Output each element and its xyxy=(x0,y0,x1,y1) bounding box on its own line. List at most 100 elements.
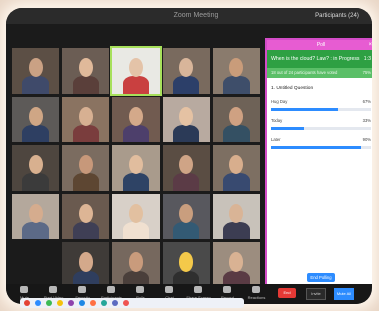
participant-face xyxy=(128,155,144,175)
participant-body xyxy=(223,222,250,240)
video-icon xyxy=(49,286,57,293)
zoom-window: Zoom Meeting Participants (24) Poll × Wh… xyxy=(6,8,372,304)
toolbar-reactions[interactable]: Reactions xyxy=(242,284,271,304)
participant-face xyxy=(28,203,43,223)
poll-option-row: Later 90% xyxy=(271,137,371,144)
video-tile[interactable] xyxy=(62,242,110,288)
poll-status-title: When is the cloud? Law? : in Progress xyxy=(271,56,360,62)
video-tile[interactable] xyxy=(162,48,210,94)
participant-body xyxy=(122,124,150,143)
poll-question: 1. Untitled Question xyxy=(271,86,314,91)
video-tile[interactable] xyxy=(212,48,260,94)
participant-face xyxy=(128,252,144,272)
video-tile[interactable] xyxy=(212,96,260,143)
video-tile[interactable] xyxy=(162,145,210,191)
participant-body xyxy=(172,222,200,240)
participant-face xyxy=(78,58,93,78)
participant-body xyxy=(223,76,250,94)
video-tile[interactable] xyxy=(62,193,110,240)
video-tile[interactable] xyxy=(12,193,60,240)
taskbar-app-icon[interactable] xyxy=(90,300,96,306)
poll-option-percent: 33% xyxy=(362,118,371,123)
record-icon xyxy=(223,286,231,293)
poll-option-label: Today xyxy=(271,118,283,123)
participant-face xyxy=(28,155,43,175)
mute-all-button[interactable]: Mute All xyxy=(334,288,354,300)
video-tile[interactable] xyxy=(212,242,260,288)
emoji-avatar xyxy=(179,252,194,272)
poll-vote-text: 18 out of 24 participants have voted xyxy=(271,70,338,75)
poll-vote-summary: 18 out of 24 participants have voted 75% xyxy=(267,68,372,78)
participant-face xyxy=(179,203,194,223)
video-tile[interactable] xyxy=(112,242,160,288)
participant-body xyxy=(172,124,200,143)
poll-bar-fill xyxy=(271,108,338,111)
shield-icon xyxy=(78,286,86,293)
video-grid xyxy=(12,46,260,288)
video-tile[interactable] xyxy=(212,193,260,240)
participant-body xyxy=(22,76,49,94)
poll-option: Today 33% xyxy=(271,118,371,130)
taskbar-app-icon[interactable] xyxy=(112,300,118,306)
poll-option: Later 90% xyxy=(271,137,371,149)
poll-bar-track xyxy=(271,127,371,130)
invite-button[interactable]: Invite xyxy=(306,288,326,300)
video-tile[interactable] xyxy=(110,46,162,96)
participant-face xyxy=(179,106,194,126)
participants-icon xyxy=(107,286,115,293)
participant-face xyxy=(229,58,244,78)
poll-icon xyxy=(136,286,144,293)
end-polling-button[interactable]: End Polling xyxy=(307,273,335,282)
taskbar-app-icon[interactable] xyxy=(35,300,41,306)
poll-option-row: Today 33% xyxy=(271,118,371,125)
participant-body xyxy=(122,76,150,94)
window-title: Zoom Meeting xyxy=(173,12,219,19)
participant-body xyxy=(22,222,49,240)
video-tile[interactable] xyxy=(12,145,60,191)
video-tile[interactable] xyxy=(112,193,160,240)
video-tile[interactable] xyxy=(12,48,60,94)
poll-title-text: Poll xyxy=(316,42,326,48)
poll-count: 1:3 xyxy=(363,56,371,62)
participant-body xyxy=(172,173,200,191)
close-icon[interactable]: × xyxy=(368,40,372,50)
participant-body xyxy=(22,124,49,143)
video-tile[interactable] xyxy=(212,145,260,191)
video-tile[interactable] xyxy=(12,242,59,288)
poll-option-label: Hug Day xyxy=(271,99,288,104)
taskbar-app-icon[interactable] xyxy=(46,300,52,306)
poll-option-percent: 90% xyxy=(362,137,371,142)
participant-face xyxy=(78,203,93,223)
video-tile[interactable] xyxy=(162,96,210,143)
poll-bar-track xyxy=(271,146,371,149)
poll-window-title: Poll × xyxy=(267,40,372,50)
video-tile[interactable] xyxy=(162,242,210,288)
video-tile[interactable] xyxy=(62,145,110,191)
end-meeting-button[interactable]: End xyxy=(278,288,296,298)
video-tile[interactable] xyxy=(112,145,160,191)
taskbar-app-icon[interactable] xyxy=(101,300,107,306)
participant-body xyxy=(223,124,250,143)
participants-header[interactable]: Participants (24) xyxy=(302,8,372,24)
participant-body xyxy=(72,76,99,94)
participant-face xyxy=(179,155,194,175)
participant-face xyxy=(128,106,144,126)
chat-icon xyxy=(165,286,173,293)
video-tile[interactable] xyxy=(12,96,60,143)
taskbar-app-icon[interactable] xyxy=(79,300,85,306)
video-tile[interactable] xyxy=(62,96,110,143)
video-tile[interactable] xyxy=(162,193,210,240)
title-bar: Zoom Meeting Participants (24) xyxy=(6,8,372,24)
participant-face xyxy=(229,106,244,126)
poll-vote-percent: 75% xyxy=(362,70,371,75)
taskbar-app-icon[interactable] xyxy=(68,300,74,306)
taskbar-app-icon[interactable] xyxy=(123,300,129,306)
taskbar-app-icon[interactable] xyxy=(57,300,63,306)
participant-face xyxy=(128,203,144,223)
poll-body: 1. Untitled Question Hug Day 67% Today 33% L… xyxy=(267,78,372,149)
video-tile[interactable] xyxy=(112,96,160,143)
taskbar-app-icon[interactable] xyxy=(24,300,30,306)
poll-status-bar: When is the cloud? Law? : in Progress 1:… xyxy=(267,50,372,68)
os-taskbar xyxy=(20,298,244,308)
video-tile[interactable] xyxy=(62,48,110,94)
